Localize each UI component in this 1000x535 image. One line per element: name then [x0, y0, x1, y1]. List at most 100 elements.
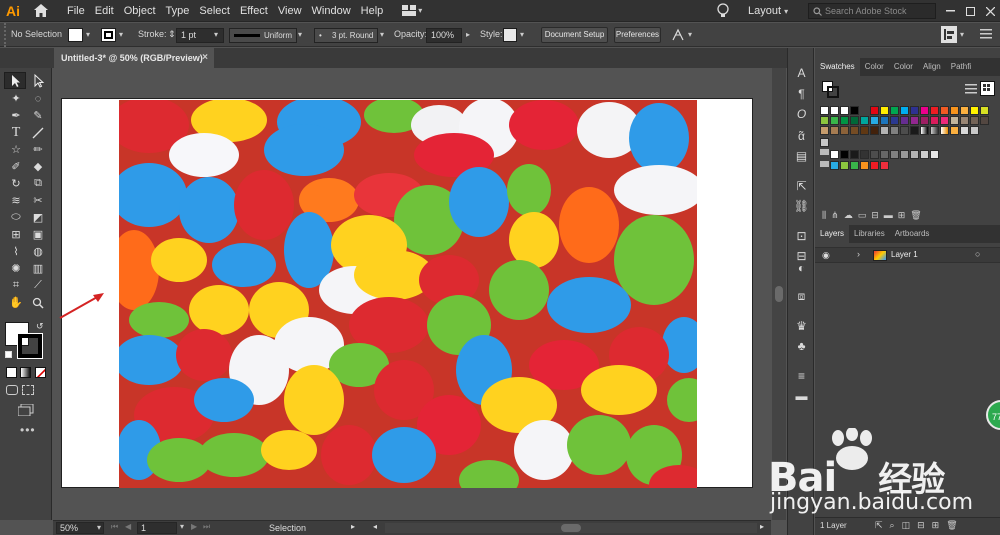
- stroke-dropdown-icon[interactable]: ▾: [119, 30, 123, 39]
- screen-mode-icon[interactable]: [17, 403, 36, 417]
- swatch-white[interactable]: [840, 106, 849, 115]
- swatch-blue[interactable]: [910, 106, 919, 115]
- color-mode-icon[interactable]: [6, 367, 17, 378]
- swatch[interactable]: [820, 116, 829, 125]
- tab-layers[interactable]: Layers: [815, 225, 850, 243]
- document-setup-button[interactable]: Document Setup: [541, 27, 608, 43]
- type-tool[interactable]: T: [6, 124, 26, 141]
- swatch[interactable]: [960, 116, 969, 125]
- swatch[interactable]: [840, 116, 849, 125]
- chevron-down-icon[interactable]: ▾: [298, 30, 302, 39]
- delete-swatch-icon[interactable]: 🗑: [910, 210, 921, 222]
- opacity-field[interactable]: 100%: [426, 28, 462, 43]
- stock-search-input[interactable]: Search Adobe Stock: [808, 3, 936, 19]
- tab-artboards[interactable]: Artboards: [890, 225, 935, 243]
- swatch[interactable]: [850, 116, 859, 125]
- artboard[interactable]: [61, 98, 753, 488]
- new-swatch-icon[interactable]: ⊞: [898, 210, 906, 222]
- tab-close-icon[interactable]: ×: [202, 48, 208, 68]
- fill-dropdown-icon[interactable]: ▾: [86, 30, 90, 39]
- swatch[interactable]: [870, 161, 879, 170]
- swatch[interactable]: [840, 150, 849, 159]
- links-icon[interactable]: ⛓: [793, 198, 810, 214]
- character-icon[interactable]: A: [793, 65, 810, 81]
- swatch[interactable]: [850, 126, 859, 135]
- magic-wand-tool[interactable]: ✦: [6, 90, 26, 107]
- swatch-registration[interactable]: [830, 106, 839, 115]
- artboard-number-field[interactable]: 1: [137, 522, 177, 534]
- color-group-folder-icon[interactable]: [820, 161, 829, 167]
- restore-icon[interactable]: [960, 0, 980, 22]
- swatch[interactable]: [880, 126, 889, 135]
- swatch[interactable]: [910, 150, 919, 159]
- stroke-swatch[interactable]: [101, 28, 116, 42]
- chevron-down-icon[interactable]: ▾: [960, 30, 964, 39]
- pen-tool[interactable]: ✒: [6, 107, 26, 124]
- scale-tool[interactable]: ⧉: [28, 175, 48, 192]
- more-tools-icon[interactable]: •••: [20, 423, 36, 437]
- stroke-color-box[interactable]: [17, 333, 43, 359]
- swatch-grid[interactable]: [820, 106, 998, 216]
- swatch[interactable]: [860, 150, 869, 159]
- symbols-icon[interactable]: ♛: [793, 318, 810, 334]
- home-icon[interactable]: [30, 0, 52, 22]
- stroke-profile-field[interactable]: Uniform: [229, 28, 297, 43]
- panel-menu-icon[interactable]: [980, 29, 992, 39]
- swatch[interactable]: [920, 150, 929, 159]
- document-tab[interactable]: Untitled-3* @ 50% (RGB/Preview) ×: [54, 48, 214, 68]
- swatch-pattern[interactable]: [960, 126, 969, 135]
- club-symbol-icon[interactable]: ♣: [793, 338, 810, 354]
- swatch[interactable]: [890, 150, 899, 159]
- swatch-gradient[interactable]: [920, 126, 929, 135]
- rectangle-tool[interactable]: ☆: [6, 141, 26, 158]
- panel-stroke-swatch[interactable]: [827, 86, 839, 98]
- tab-align[interactable]: Align: [918, 58, 946, 76]
- swatch[interactable]: [910, 116, 919, 125]
- brush-field[interactable]: • 3 pt. Round: [314, 28, 378, 43]
- width-tool[interactable]: ≋: [6, 192, 26, 209]
- glyphs-icon[interactable]: ᾶ: [793, 128, 810, 144]
- color-group-folder-icon[interactable]: [820, 149, 829, 155]
- swatch[interactable]: [980, 106, 989, 115]
- rotate-tool[interactable]: ↻: [6, 175, 26, 192]
- swatch[interactable]: [930, 106, 939, 115]
- swatch-options-icon[interactable]: ▭: [858, 210, 867, 222]
- swatch[interactable]: [880, 150, 889, 159]
- swatch[interactable]: [970, 106, 979, 115]
- gradient-mode-icon[interactable]: [20, 367, 31, 378]
- swatch-gradient[interactable]: [940, 126, 949, 135]
- swatch[interactable]: [830, 116, 839, 125]
- eyedropper-tool[interactable]: ⌇: [6, 243, 26, 260]
- layer-name[interactable]: Layer 1: [891, 250, 918, 259]
- perspective-grid-tool[interactable]: ◩: [28, 209, 48, 226]
- direct-selection-tool[interactable]: [28, 72, 48, 89]
- swatch[interactable]: [850, 161, 859, 170]
- swatch-none[interactable]: [820, 106, 829, 115]
- canvas-area[interactable]: [53, 68, 771, 520]
- swatch[interactable]: [820, 126, 829, 135]
- opentype-icon[interactable]: O: [793, 106, 810, 122]
- tab-pathfinder[interactable]: Pathfi: [946, 58, 976, 76]
- swatch[interactable]: [980, 116, 989, 125]
- swatch-green[interactable]: [890, 106, 899, 115]
- swatch[interactable]: [940, 116, 949, 125]
- swatch[interactable]: [900, 150, 909, 159]
- chevron-down-icon[interactable]: ▾: [214, 30, 218, 39]
- line-segment-tool[interactable]: [28, 124, 48, 141]
- tab-color-guide[interactable]: Color: [889, 58, 918, 76]
- shaper-tool[interactable]: ✐: [6, 158, 26, 175]
- eye-icon[interactable]: ◉: [822, 250, 830, 261]
- lightbulb-icon[interactable]: [716, 3, 730, 19]
- gradient-tool[interactable]: ▣: [28, 226, 48, 243]
- new-color-group-icon[interactable]: ⊟: [871, 210, 879, 222]
- folder-icon[interactable]: ▬: [884, 210, 893, 222]
- swatch[interactable]: [880, 161, 889, 170]
- swatch-gradient[interactable]: [930, 126, 939, 135]
- eraser-tool[interactable]: ◆: [28, 158, 48, 175]
- swatch[interactable]: [860, 126, 869, 135]
- swatch[interactable]: [960, 106, 969, 115]
- mesh-tool[interactable]: ⊞: [6, 226, 26, 243]
- transform-panel-icon[interactable]: ⊡: [793, 228, 810, 244]
- gradient-panel-icon[interactable]: ▬: [793, 388, 810, 404]
- shape-builder-tool[interactable]: ⬭: [6, 209, 26, 226]
